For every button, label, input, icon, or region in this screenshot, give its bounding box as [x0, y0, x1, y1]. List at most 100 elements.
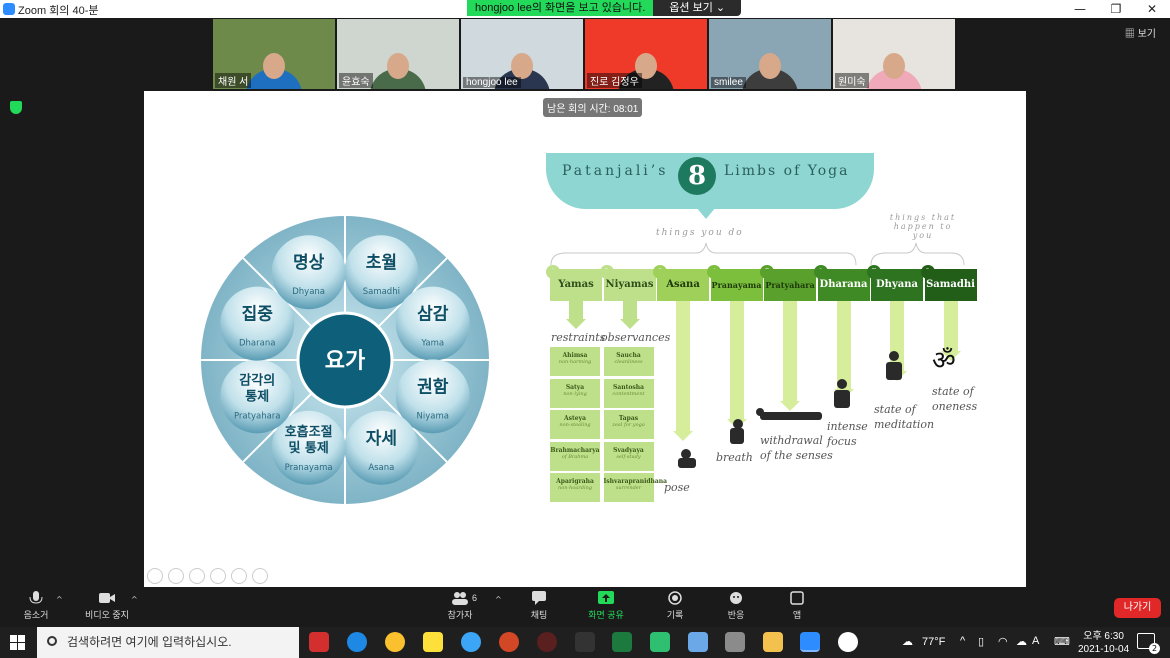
annotate-icon[interactable] [147, 568, 163, 584]
taskbar-search-input[interactable]: 검색하려면 여기에 입력하십시오. [37, 627, 299, 658]
video-options-caret-icon[interactable]: ^ [131, 595, 138, 604]
chat-button[interactable]: 채팅 [522, 591, 556, 621]
file-explorer-icon[interactable] [763, 632, 783, 652]
search-placeholder: 검색하려면 여기에 입력하십시오. [67, 635, 232, 649]
title-bar: Zoom 회의 40-분 hongjoo lee의 화면을 보고 있습니다. 옵… [0, 0, 1170, 18]
limb-box: Pratyahara [764, 269, 816, 301]
participant-video [742, 39, 798, 89]
zoom-icon[interactable] [231, 568, 247, 584]
cell-name: Saucha [616, 352, 641, 359]
limb-arrow [566, 319, 586, 329]
participant-name: 채원 서 [215, 73, 252, 88]
niyama-cell: Saucha cleanliness [603, 347, 654, 376]
internet-explorer-icon[interactable] [461, 632, 481, 652]
stop-video-label: 비디오 중지 [85, 610, 129, 620]
zoom-app-icon [3, 3, 15, 15]
apps-button[interactable]: 앱 [784, 591, 810, 621]
participant-thumbnail[interactable]: 진로 김정우 [585, 19, 707, 89]
network-icon[interactable]: ◠ [998, 635, 1008, 648]
cell-subtitle: non-stealing [559, 422, 591, 428]
leave-button[interactable]: 나가기 [1114, 598, 1161, 618]
annotate-icon[interactable] [168, 568, 184, 584]
powerpoint-icon[interactable] [499, 632, 519, 652]
mute-options-caret-icon[interactable]: ^ [56, 595, 63, 604]
app-icon[interactable] [575, 632, 595, 652]
pen-icon[interactable] [189, 568, 205, 584]
view-options-dropdown[interactable]: 옵션 보기 ⌄ [653, 0, 742, 16]
stop-video-button[interactable]: 비디오 중지 [82, 591, 132, 621]
patanjali-title-number: 8 [678, 157, 716, 195]
app-icon[interactable] [650, 632, 670, 652]
weather-icon[interactable]: ☁ [902, 635, 913, 648]
wheel-segment-label-en: Yama [420, 339, 444, 349]
taskbar-clock[interactable]: 오후 6:30 2021-10-04 [1078, 630, 1129, 656]
wheel-segment: 명상 Dhyana [271, 235, 346, 310]
window-title: Zoom 회의 40-분 [18, 5, 99, 17]
yama-cell: Asteya non-stealing [550, 410, 600, 439]
apps-label: 앱 [792, 610, 802, 620]
keyboard-icon[interactable]: ⌨ [1054, 635, 1070, 648]
caption-oneness: state of oneness [932, 385, 978, 413]
limb-box: Samadhi [924, 269, 977, 301]
niyama-cell: Ishvarapranidhana surrender [603, 473, 668, 502]
participant-video [866, 39, 922, 89]
chrome-icon[interactable] [385, 632, 405, 652]
chat-label: 채팅 [530, 610, 548, 620]
reactions-button[interactable]: 반응 [720, 591, 752, 621]
participants-options-caret-icon[interactable]: ^ [495, 595, 502, 604]
patanjali-title-right: Limbs of Yoga [724, 163, 850, 179]
excel-icon[interactable] [612, 632, 632, 652]
caption-pose: pose [664, 481, 690, 494]
onedrive-icon[interactable]: ☁ [1016, 635, 1027, 648]
microphone-icon [29, 591, 43, 604]
yoga-wheel: 초월 Samadhi 삼감 Yama 권함 Niyama 자세 Asana 호흡조절및 통제 Pr… [201, 216, 489, 504]
cell-subtitle: surrender [615, 485, 642, 491]
notification-icon[interactable]: 2 [1137, 633, 1160, 654]
share-screen-button[interactable]: 화면 공유 [584, 591, 628, 621]
participants-label: 참가자 [447, 610, 473, 620]
windows-start-icon[interactable] [10, 635, 25, 650]
ime-indicator[interactable]: A [1032, 635, 1039, 647]
app-icon[interactable] [725, 632, 745, 652]
wheel-segment-label-en: Samadhi [363, 287, 400, 297]
cell-subtitle: non-hoarding [558, 485, 592, 491]
maximize-icon[interactable]: ❐ [1098, 0, 1134, 18]
mcafee-icon[interactable] [309, 632, 329, 652]
grid-icon: ▦ [1124, 29, 1135, 40]
participant-thumbnail[interactable]: smilee [709, 19, 831, 89]
mute-button[interactable]: 음소거 [20, 591, 52, 621]
participant-thumbnail[interactable]: 채원 서 [213, 19, 335, 89]
wheel-segment-label-ko: 삼감 [417, 305, 449, 325]
wheel-segment-label-ko: 자세 [366, 429, 397, 449]
tray-chevron-icon[interactable]: ^ [960, 635, 965, 647]
wheel-segment-label-ko: 호흡조절 [285, 424, 333, 440]
cell-name: Ishvarapranidhana [603, 478, 668, 485]
apps-icon [790, 591, 804, 605]
participants-icon [452, 592, 468, 605]
yama-cell: Satya non-lying [550, 378, 600, 408]
participant-thumbnail[interactable]: 원미숙 [833, 19, 955, 89]
participant-thumbnail[interactable]: 윤효숙 [337, 19, 459, 89]
chevron-down-icon: ⌄ [715, 2, 726, 14]
more-icon[interactable] [252, 568, 268, 584]
share-screen-icon [598, 591, 614, 604]
limb-box: Dhyana [871, 269, 923, 301]
niyama-cell: Svadyaya self-study [603, 441, 654, 471]
share-banner: hongjoo lee의 화면을 보고 있습니다. 옵션 보기 ⌄ [467, 0, 742, 16]
participant-thumbnail[interactable]: hongjoo lee [461, 19, 583, 89]
copy-icon[interactable] [210, 568, 226, 584]
app-icon[interactable] [838, 632, 858, 652]
app-icon[interactable] [688, 632, 708, 652]
edge-icon[interactable] [347, 632, 367, 652]
security-shield-icon[interactable] [10, 101, 22, 114]
minimize-icon[interactable]: — [1062, 0, 1098, 18]
view-options-label: 옵션 보기 [669, 2, 713, 14]
close-icon[interactable]: ✕ [1134, 0, 1170, 18]
view-button[interactable]: ▦ 보기 [1125, 25, 1156, 40]
weather-temp: 77°F [922, 636, 946, 648]
cell-name: Santosha [613, 383, 644, 391]
kakaotalk-icon[interactable] [423, 632, 443, 652]
record-button[interactable]: 기록 [660, 591, 690, 621]
app-icon[interactable] [537, 632, 557, 652]
zoom-taskbar-icon[interactable] [800, 632, 820, 652]
